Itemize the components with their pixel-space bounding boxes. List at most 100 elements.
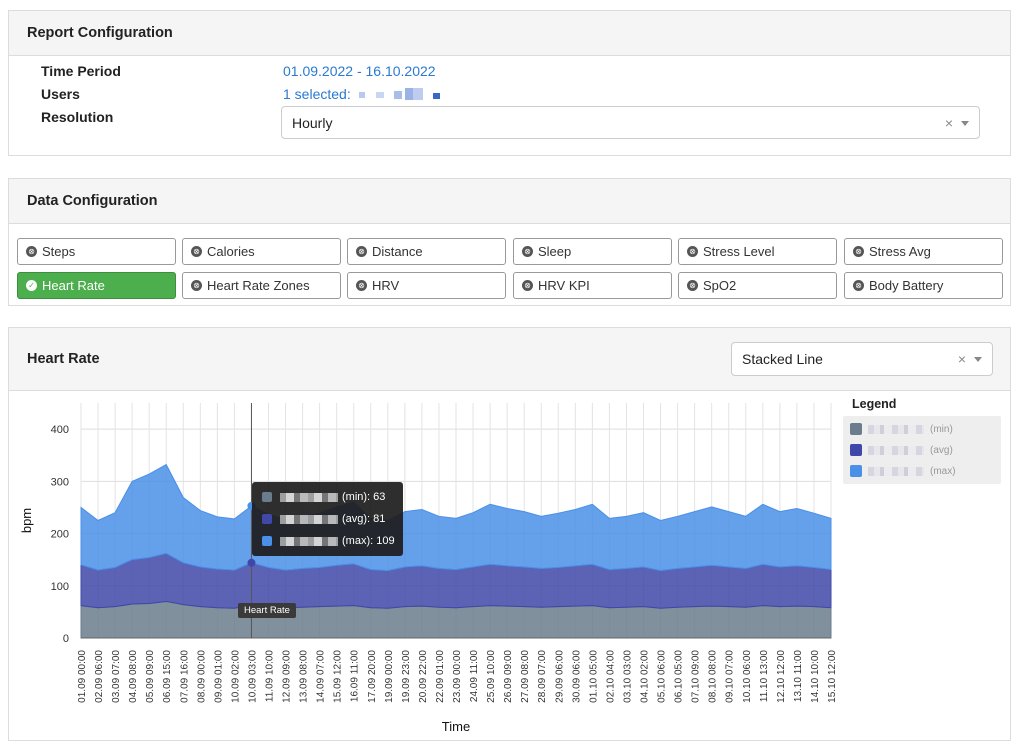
x-circle-icon: ⊗ (853, 280, 864, 291)
x-tick-label: 22.09 01:00 (435, 650, 446, 703)
chevron-down-icon[interactable] (961, 120, 969, 126)
x-tick-label: 06.10 05:00 (674, 650, 685, 703)
x-circle-icon: ⊗ (522, 280, 533, 291)
x-circle-icon: ⊗ (687, 246, 698, 257)
y-tick-label: 200 (51, 529, 69, 541)
chip-label: Steps (42, 244, 76, 259)
users-link[interactable]: 1 selected: (283, 86, 444, 104)
redacted-series-name (280, 514, 338, 524)
chip-label: SpO2 (703, 278, 737, 293)
redacted-series-name (280, 492, 338, 502)
x-tick-label: 19.09 23:00 (401, 650, 412, 703)
chip-label: Heart Rate Zones (207, 278, 310, 293)
users-selected-text: 1 selected: (283, 86, 351, 102)
x-tick-label: 29.09 06:00 (554, 650, 565, 703)
chip-spo2[interactable]: ⊗ SpO2 (678, 272, 837, 299)
x-tick-label: 19.09 00:00 (384, 650, 395, 703)
chip-sleep[interactable]: ⊗ Sleep (513, 238, 672, 265)
resolution-select[interactable]: Hourly × (281, 106, 980, 139)
chip-heart-rate[interactable]: ✓ Heart Rate (17, 272, 176, 299)
legend-item-min[interactable]: (min) (850, 423, 953, 435)
chip-hrv[interactable]: ⊗ HRV (347, 272, 506, 299)
report-configuration-card: Report Configuration Time Period 01.09.2… (8, 10, 1011, 156)
x-circle-icon: ⊗ (356, 246, 367, 257)
x-tick-label: 07.09 16:00 (179, 650, 190, 703)
redacted-series-name (868, 424, 924, 434)
redacted-series-name (868, 466, 924, 476)
x-tick-label: 16.09 11:00 (350, 650, 361, 703)
time-period-label: Time Period (41, 63, 121, 79)
legend-swatch-max (850, 465, 862, 477)
x-tick-label: 23.09 00:00 (452, 650, 463, 703)
x-tick-label: 06.09 15:00 (162, 650, 173, 703)
chip-label: Stress Avg (869, 244, 931, 259)
chip-stress-avg[interactable]: ⊗ Stress Avg (844, 238, 1003, 265)
hover-point-avg (247, 558, 256, 567)
tooltip-text-min: (min): 63 (342, 491, 386, 503)
x-tick-label: 11.10 13:00 (759, 650, 770, 703)
clear-icon[interactable]: × (945, 115, 953, 131)
tooltip-row-max: (max): 109 (262, 535, 395, 547)
legend-swatch-avg (850, 444, 862, 456)
redacted-user-name (358, 87, 444, 104)
x-tick-label: 15.10 12:00 (827, 650, 838, 703)
x-tick-label: 04.09 08:00 (128, 650, 139, 703)
x-tick-label: 07.10 09:00 (691, 650, 702, 703)
x-tick-label: 01.10 05:00 (588, 650, 599, 703)
chip-label: Calories (207, 244, 255, 259)
y-tick-label: 300 (51, 476, 69, 488)
heart-rate-chart-card: Heart Rate Stacked Line × 0 100 200 300 400 0… (8, 327, 1011, 741)
data-configuration-title: Data Configuration (9, 179, 1010, 224)
tooltip-row-min: (min): 63 (262, 491, 385, 503)
x-tick-label: 13.10 11:00 (793, 650, 804, 703)
chart-type-select[interactable]: Stacked Line × (731, 342, 993, 376)
data-configuration-card: Data Configuration ⊗ Steps ⊗ Calories ⊗ Dista… (8, 178, 1011, 306)
chip-label: Distance (372, 244, 423, 259)
chip-body-battery[interactable]: ⊗ Body Battery (844, 272, 1003, 299)
x-tick-label: 03.09 07:00 (111, 650, 122, 703)
legend-label-avg: (avg) (930, 444, 953, 456)
chip-hrv-kpi[interactable]: ⊗ HRV KPI (513, 272, 672, 299)
resolution-label: Resolution (41, 109, 114, 125)
chip-distance[interactable]: ⊗ Distance (347, 238, 506, 265)
legend-item-max[interactable]: (max) (850, 465, 956, 477)
x-tick-label: 05.10 06:00 (657, 650, 668, 703)
x-tick-label: 01.09 00:00 (77, 650, 88, 703)
users-label: Users (41, 86, 80, 102)
chevron-down-icon[interactable] (974, 357, 982, 362)
tooltip-swatch-avg (262, 514, 272, 524)
chip-label: Body Battery (869, 278, 944, 293)
clear-icon[interactable]: × (958, 351, 966, 367)
chip-label: Sleep (538, 244, 572, 259)
chip-label: HRV KPI (538, 278, 590, 293)
x-tick-label: 10.10 06:00 (742, 650, 753, 703)
legend-swatch-min (850, 423, 862, 435)
x-tick-label: 04.10 02:00 (640, 650, 651, 703)
tooltip-swatch-max (262, 536, 272, 546)
legend-item-avg[interactable]: (avg) (850, 444, 953, 456)
chip-calories[interactable]: ⊗ Calories (182, 238, 341, 265)
redacted-series-name (280, 536, 338, 546)
legend-label-min: (min) (930, 423, 953, 435)
x-circle-icon: ⊗ (356, 280, 367, 291)
x-circle-icon: ⊗ (522, 246, 533, 257)
legend-label-max: (max) (930, 465, 956, 477)
x-tick-label: 05.09 09:00 (145, 650, 156, 703)
check-circle-icon: ✓ (26, 280, 37, 291)
x-tick-label: 08.10 08:00 (708, 650, 719, 703)
chip-heart-rate-zones[interactable]: ⊗ Heart Rate Zones (182, 272, 341, 299)
y-tick-label: 100 (51, 581, 69, 593)
chart-type-value: Stacked Line (742, 351, 823, 367)
redacted-series-name (868, 445, 924, 455)
resolution-value: Hourly (292, 114, 333, 131)
x-tick-label: 13.09 08:00 (299, 650, 310, 703)
chip-stress-level[interactable]: ⊗ Stress Level (678, 238, 837, 265)
tooltip-swatch-min (262, 492, 272, 502)
legend-title: Legend (852, 397, 897, 411)
x-circle-icon: ⊗ (191, 280, 202, 291)
time-period-link[interactable]: 01.09.2022 - 16.10.2022 (283, 63, 436, 79)
x-tick-label: 08.09 00:00 (196, 650, 207, 703)
x-tick-label: 20.09 22:00 (418, 650, 429, 703)
x-tick-label: 12.10 12:00 (776, 650, 787, 703)
chip-steps[interactable]: ⊗ Steps (17, 238, 176, 265)
